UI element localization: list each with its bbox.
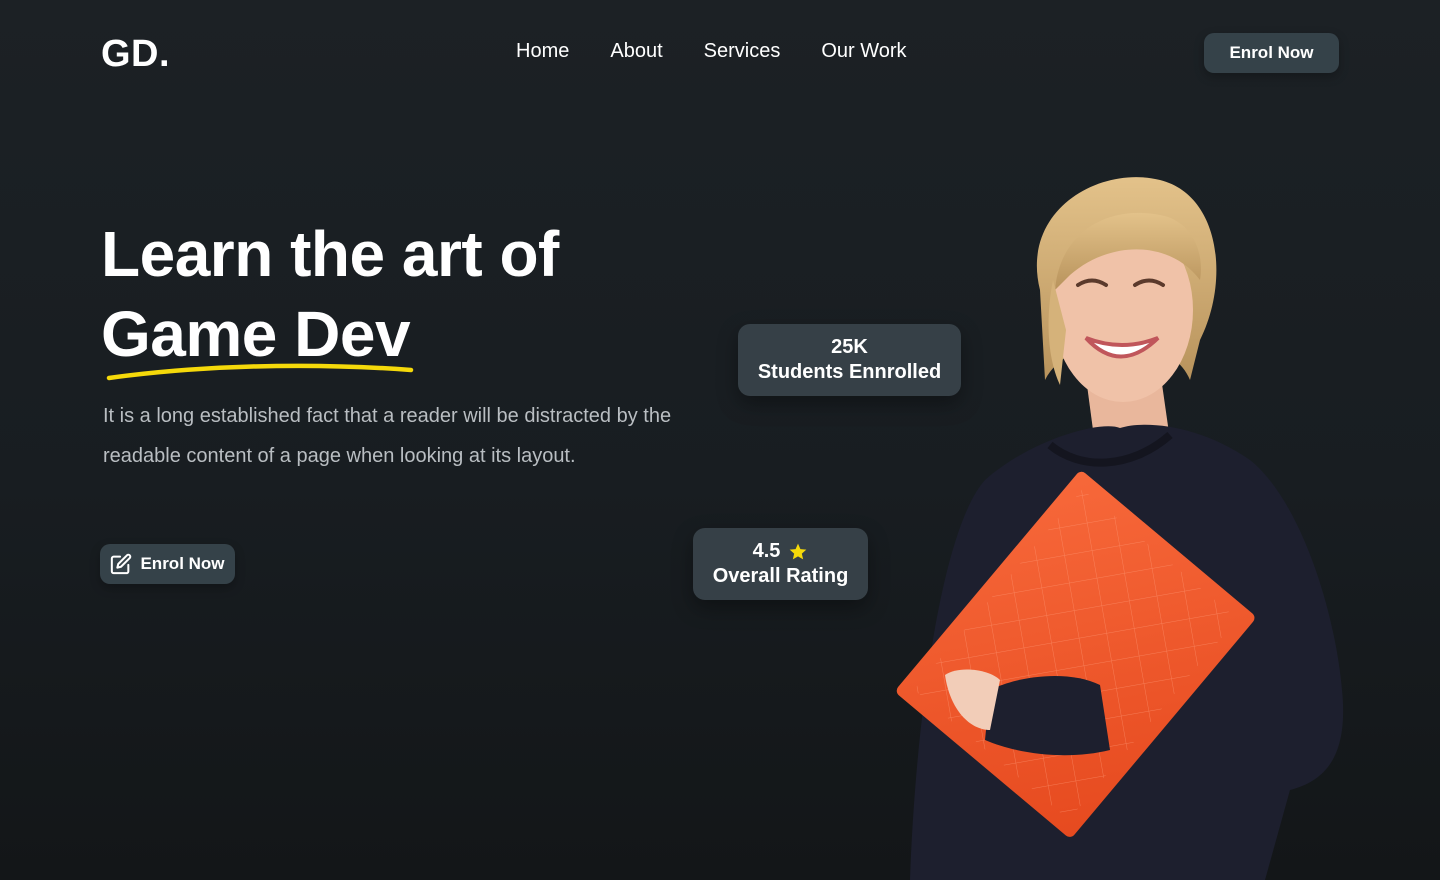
hero-description: It is a long established fact that a rea… xyxy=(103,405,672,467)
nav-item-about[interactable]: About xyxy=(610,40,662,63)
rating-value: 4.5 xyxy=(752,540,781,562)
header-enrol-button[interactable]: Enrol Now xyxy=(1204,33,1339,73)
logo[interactable]: GD. xyxy=(101,33,170,76)
rating-stat-card: 4.5 Overall Rating xyxy=(693,528,868,600)
nav-item-home[interactable]: Home xyxy=(516,40,569,63)
hero-title-line2: Game Dev xyxy=(101,294,414,381)
edit-icon xyxy=(111,553,132,575)
rating-label: Overall Rating xyxy=(712,565,849,587)
star-icon xyxy=(790,543,807,559)
students-count: 25K xyxy=(831,336,868,358)
main-nav: Home About Services Our Work xyxy=(516,40,907,63)
underline-decoration xyxy=(106,363,414,381)
student-photo xyxy=(896,177,1344,880)
hero-enrol-button[interactable]: Enrol Now xyxy=(100,544,235,584)
nav-item-our-work[interactable]: Our Work xyxy=(821,40,906,63)
nav-item-services[interactable]: Services xyxy=(704,40,781,63)
hero-enrol-label: Enrol Now xyxy=(140,554,225,573)
hero-title-line1: Learn the art of xyxy=(101,218,559,290)
hero-title: Learn the art of Game Dev xyxy=(101,214,559,381)
